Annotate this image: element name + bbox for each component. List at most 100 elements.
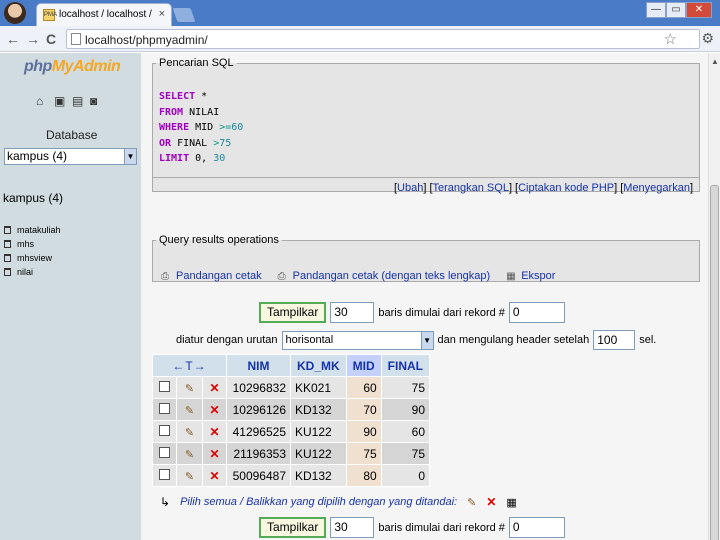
cell-kd-mk: KD132 — [290, 398, 347, 421]
reload-icon[interactable]: C — [46, 31, 56, 47]
query-results-operations: Query results operations ⎙ Pandangan ceta… — [152, 234, 700, 282]
column-nim[interactable]: NIM — [226, 354, 291, 377]
browser-tab[interactable]: PMA localhost / localhost / kampus × — [36, 3, 172, 26]
wrench-menu-icon[interactable]: ⚙ — [701, 30, 714, 47]
sql-line: WHERE MID >=60 — [159, 122, 244, 133]
cell-nim: 50096487 — [226, 464, 291, 487]
explain-sql-link[interactable]: Terangkan SQL — [433, 182, 509, 194]
sql-query-box: Pencarian SQL SELECT * FROM NILAI WHERE … — [152, 57, 700, 194]
row-checkbox[interactable] — [159, 380, 170, 392]
show-button[interactable]: Tampilkar — [259, 302, 327, 323]
cell-kd-mk: KU122 — [290, 442, 347, 465]
export-selected-icon[interactable]: ▦ — [506, 496, 516, 509]
table-name: nilai — [17, 267, 34, 277]
show-button-bottom[interactable]: Tampilkar — [259, 517, 327, 538]
quick-icons: ⌂ ▣ ▤ ◙ — [36, 95, 102, 107]
cell-nim: 10296832 — [226, 376, 291, 399]
address-bar: ← → C localhost/phpmyadmin/ ☆ — [0, 26, 720, 52]
url-input[interactable]: localhost/phpmyadmin/ ☆ — [66, 29, 700, 49]
column-final[interactable]: FINAL — [380, 354, 431, 377]
tab-close-icon[interactable]: × — [159, 8, 165, 20]
favicon-icon: PMA — [43, 9, 57, 21]
bookmark-star-icon[interactable]: ☆ — [664, 30, 677, 48]
cell-kd-mk: KK021 — [290, 376, 347, 399]
forward-icon[interactable]: → — [26, 31, 40, 47]
vertical-scrollbar[interactable]: ▲ — [708, 53, 720, 540]
print-view-full-link[interactable]: ⎙ Pandangan cetak (dengan teks lengkap) — [278, 270, 491, 282]
table-row: ✎ ✕ 50096487 KD132 80 0 — [152, 464, 431, 487]
edit-icon[interactable]: ✎ — [185, 471, 194, 483]
display-options-row: diatur dengan urutan horisontal ▼ dan me… — [176, 330, 656, 350]
display-mode-select[interactable]: horisontal ▼ — [281, 330, 434, 350]
export-link[interactable]: ▦ Ekspor — [506, 270, 555, 282]
database-heading[interactable]: kampus (4) — [3, 191, 63, 205]
close-window-button[interactable]: ✕ — [686, 2, 712, 18]
divider — [153, 177, 699, 178]
table-item-mhs[interactable]: mhs — [4, 237, 61, 251]
back-icon[interactable]: ← — [6, 31, 20, 47]
order-label: diatur dengan urutan — [176, 334, 278, 346]
edit-icon[interactable]: ✎ — [185, 427, 194, 439]
sql-icon[interactable]: ▣ — [54, 95, 66, 107]
edit-icon[interactable]: ✎ — [185, 405, 194, 417]
database-label: Database — [46, 128, 98, 142]
rows-input[interactable]: 30 — [330, 302, 375, 323]
new-tab-button[interactable] — [172, 8, 196, 22]
cell-kd-mk: KD132 — [290, 464, 347, 487]
url-text: localhost/phpmyadmin/ — [85, 33, 208, 47]
database-select[interactable]: kampus (4) ▼ — [4, 148, 137, 165]
table-item-matakuliah[interactable]: matakuliah — [4, 223, 61, 237]
sql-line: OR FINAL >75 — [159, 137, 232, 149]
phpmyadmin-logo[interactable]: phpMyAdmin — [24, 58, 121, 76]
cell-mid: 75 — [345, 442, 382, 465]
start-input-bottom[interactable]: 0 — [508, 517, 565, 538]
table-name: mhsview — [17, 253, 53, 263]
delete-icon[interactable]: ✕ — [209, 447, 219, 461]
profile-avatar[interactable] — [4, 2, 26, 24]
chevron-down-icon: ▼ — [124, 149, 136, 164]
start-input[interactable]: 0 — [508, 302, 565, 323]
export-icon: ▦ — [506, 270, 516, 282]
delete-icon[interactable]: ✕ — [209, 425, 219, 439]
query-icon[interactable]: ◙ — [90, 95, 102, 107]
home-icon[interactable]: ⌂ — [36, 95, 48, 107]
repeat-input[interactable]: 100 — [593, 330, 636, 350]
docs-icon[interactable]: ▤ — [72, 95, 84, 107]
refresh-link[interactable]: Menyegarkan — [623, 182, 690, 194]
delete-icon[interactable]: ✕ — [209, 469, 219, 483]
row-checkbox[interactable] — [159, 446, 170, 458]
qro-legend: Query results operations — [159, 234, 279, 246]
row-checkbox[interactable] — [159, 424, 170, 436]
print-view-link[interactable]: ⎙ Pandangan cetak — [161, 270, 262, 282]
logo-php: php — [24, 58, 52, 75]
edit-icon[interactable]: ✎ — [185, 449, 194, 461]
cell-mid: 70 — [345, 398, 382, 421]
scrollbar-thumb[interactable] — [710, 185, 719, 540]
table-header-row: ←T→ NIM KD_MK MID FINAL — [152, 354, 431, 377]
edit-selected-icon[interactable]: ✎ — [467, 496, 476, 509]
delete-icon[interactable]: ✕ — [209, 403, 219, 417]
edit-icon[interactable]: ✎ — [185, 383, 194, 395]
delete-selected-icon[interactable]: ✕ — [486, 495, 496, 509]
edit-sql-link[interactable]: Ubah — [397, 182, 423, 194]
cell-mid: 80 — [345, 464, 382, 487]
scroll-up-icon[interactable]: ▲ — [711, 57, 719, 66]
select-all-link[interactable]: Pilih semua / Balikkan yang dipilih deng… — [180, 496, 457, 508]
rows-input-bottom[interactable]: 30 — [330, 517, 375, 538]
maximize-button[interactable]: ▭ — [666, 2, 686, 18]
column-mid[interactable]: MID — [345, 354, 382, 377]
row-checkbox[interactable] — [159, 468, 170, 480]
table-item-nilai[interactable]: nilai — [4, 265, 61, 279]
delete-icon[interactable]: ✕ — [209, 381, 219, 395]
table-item-mhsview[interactable]: mhsview — [4, 251, 61, 265]
select-all-row: ↳ Pilih semua / Balikkan yang dipilih de… — [160, 495, 517, 509]
table-row: ✎ ✕ 21196353 KU122 75 75 — [152, 442, 431, 465]
cell-final: 75 — [380, 442, 431, 465]
column-arrows[interactable]: ←T→ — [152, 354, 227, 377]
cell-final: 90 — [380, 398, 431, 421]
column-kd-mk[interactable]: KD_MK — [290, 354, 347, 377]
minimize-button[interactable]: — — [646, 2, 666, 18]
row-checkbox[interactable] — [159, 402, 170, 414]
create-php-link[interactable]: Ciptakan kode PHP — [518, 182, 614, 194]
cell-final: 60 — [380, 420, 431, 443]
